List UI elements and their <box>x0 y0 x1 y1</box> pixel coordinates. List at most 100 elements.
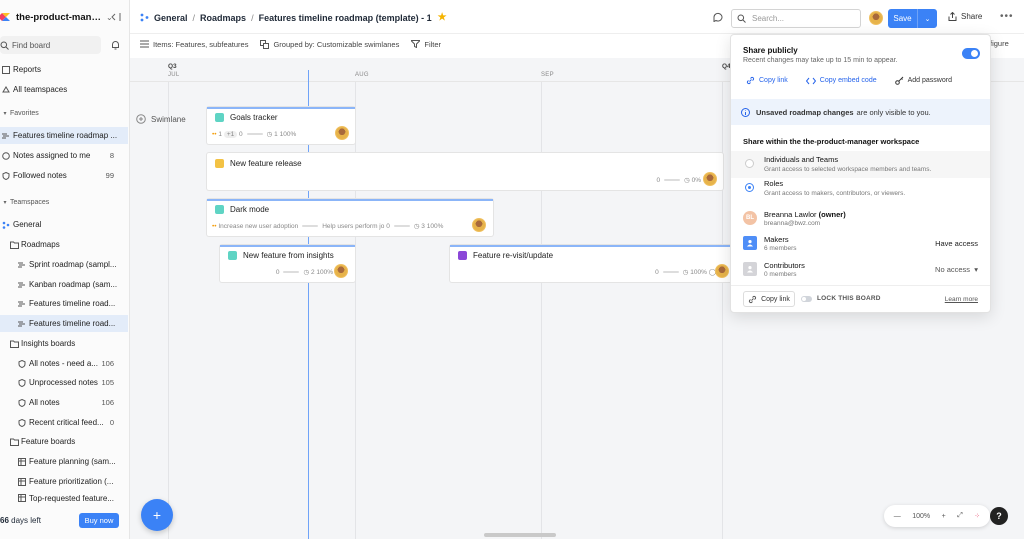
sidebar-item-features-timeline[interactable]: Features timeline road... <box>0 295 128 312</box>
add-item-button[interactable]: + <box>141 499 173 531</box>
option-roles[interactable]: Roles Grant access to makers, contributo… <box>731 175 990 202</box>
avatar[interactable] <box>472 218 486 232</box>
sidebar-item-label: Features timeline roadmap ... <box>13 131 118 140</box>
avatar[interactable] <box>869 11 883 25</box>
favorites-section[interactable]: ▾ Favorites <box>0 110 38 117</box>
save-button[interactable]: Save <box>888 9 918 28</box>
radio-roles[interactable] <box>745 183 754 192</box>
meta-value: 100% <box>316 268 333 276</box>
notice-text: are only visible to you. <box>856 107 931 117</box>
owner-name-text: Breanna Lawlor <box>764 210 817 219</box>
sidebar-item-label: All teamspaces <box>13 85 68 94</box>
roadmap-card[interactable]: Goals tracker •• 1 +1 0 ◷ 1 100% <box>207 107 355 144</box>
roadmap-card[interactable]: Dark mode •• Increase new user adoption … <box>207 199 493 236</box>
month-label: AUG <box>355 72 369 78</box>
learn-more-link[interactable]: Learn more <box>945 296 978 303</box>
month-label: JUL <box>168 72 180 78</box>
breadcrumb: General / Roadmaps / Features timeline r… <box>140 12 447 23</box>
sidebar-item-label: Roadmaps <box>21 240 60 249</box>
save-button-group[interactable]: Save ⌄ <box>888 9 937 28</box>
sidebar-item-feature-board[interactable]: Feature planning (sam... <box>0 453 128 470</box>
teamspaces-section[interactable]: ▾ Teamspaces <box>0 199 49 206</box>
star-icon[interactable]: ★ <box>438 12 447 23</box>
lock-board-toggle[interactable]: LOCK THIS BOARD <box>801 295 881 302</box>
sidebar-item-feature-board[interactable]: Feature prioritization (... <box>0 473 128 490</box>
share-publicly-toggle[interactable] <box>962 48 980 59</box>
roadmap-card[interactable]: New feature from insights 0 ◷ 2 100% <box>220 245 355 282</box>
configure-button[interactable]: figure <box>990 39 1009 48</box>
priority-icon: •• <box>212 222 217 230</box>
roadmap-icon <box>18 321 25 326</box>
sidebar-item-insight-board[interactable]: Recent critical feed... 0 <box>0 414 128 431</box>
sidebar-item-reports[interactable]: Reports <box>0 61 128 78</box>
sidebar-item-favorite-roadmap[interactable]: Features timeline roadmap ... <box>0 127 128 144</box>
find-board-input[interactable]: Find board <box>0 36 101 54</box>
clock-icon: ◷ <box>413 223 420 230</box>
search-input[interactable]: Search... <box>731 9 861 28</box>
sidebar-item-insight-board[interactable]: Unprocessed notes 105 <box>0 374 128 391</box>
avatar[interactable] <box>335 126 349 140</box>
comment-icon[interactable] <box>713 12 723 22</box>
sidebar-item-general[interactable]: General <box>0 216 128 233</box>
avatar[interactable] <box>703 172 717 186</box>
shield-icon <box>18 359 26 368</box>
public-link-actions: Copy link Copy embed code Add password <box>746 76 970 85</box>
roadmap-card[interactable]: Feature re-visit/update 0 ◷ 100% ◯ <box>450 245 740 282</box>
card-title: New feature from insights <box>243 251 334 260</box>
help-button[interactable]: ? <box>990 507 1008 525</box>
buy-now-button[interactable]: Buy now <box>79 513 119 528</box>
add-password-button[interactable]: Add password <box>894 76 952 85</box>
sidebar-item-notes-assigned[interactable]: Notes assigned to me 8 <box>0 147 128 164</box>
grouped-by-button[interactable]: Grouped by: Customizable swimlanes <box>260 39 399 49</box>
more-options-icon[interactable]: ••• <box>1000 11 1014 22</box>
breadcrumb-roadmaps[interactable]: Roadmaps <box>200 13 246 23</box>
status-icon <box>215 205 224 214</box>
sidebar-item-kanban-roadmap[interactable]: Kanban roadmap (sam... <box>0 276 128 293</box>
avatar[interactable] <box>334 264 348 278</box>
notice-bold: Unsaved roadmap changes <box>756 107 854 117</box>
items-filter-button[interactable]: Items: Features, subfeatures <box>140 40 248 49</box>
teamspace-icon <box>2 221 10 229</box>
add-circle-icon <box>136 114 146 124</box>
chevron-down-icon[interactable]: ⌄ <box>918 9 937 28</box>
fit-screen-icon[interactable]: ⤢ <box>957 512 963 520</box>
collapse-sidebar-icon[interactable] <box>111 12 121 22</box>
radio-individuals[interactable] <box>745 159 754 168</box>
page-title[interactable]: Features timeline roadmap (template) - 1 <box>259 13 432 23</box>
sidebar-folder-feature-boards[interactable]: Feature boards <box>0 433 128 450</box>
top-bar: General / Roadmaps / Features timeline r… <box>130 0 1024 34</box>
access-value: No access <box>935 265 971 274</box>
sidebar-item-label: Sprint roadmap (sampl... <box>29 260 117 269</box>
swimlane-header[interactable]: Swimlane <box>136 114 186 124</box>
horizontal-scrollbar[interactable] <box>484 533 556 537</box>
sidebar-item-sprint-roadmap[interactable]: Sprint roadmap (sampl... <box>0 256 128 273</box>
sidebar-item-insight-board[interactable]: All notes - need a... 106 <box>0 355 128 372</box>
option-individuals-teams[interactable]: Individuals and Teams Grant access to se… <box>731 151 990 178</box>
sidebar-folder-insights[interactable]: Insights boards <box>0 335 128 352</box>
option-title: Roles <box>764 179 784 188</box>
avatar[interactable] <box>715 264 729 278</box>
breadcrumb-general[interactable]: General <box>154 13 188 23</box>
apps-icon[interactable]: ⁘ <box>974 512 980 520</box>
makers-row: Makers 6 members Have access <box>731 231 990 255</box>
copy-embed-button[interactable]: Copy embed code <box>805 77 877 85</box>
sidebar-item-features-timeline-active[interactable]: Features timeline road... <box>0 315 128 332</box>
roadmap-card[interactable]: New feature release 0 ◷ 0% <box>207 153 723 190</box>
workspace-share-heading: Share within the the-product-manager wor… <box>743 137 920 146</box>
sidebar-folder-roadmaps[interactable]: Roadmaps <box>0 236 128 253</box>
sidebar-item-feature-board[interactable]: Top-requested feature... <box>0 492 128 504</box>
filter-button[interactable]: Filter <box>411 40 441 49</box>
bell-icon[interactable] <box>111 40 120 50</box>
productboard-logo-icon <box>0 13 10 21</box>
contributors-access-select[interactable]: No access ▾ <box>935 265 978 274</box>
sidebar-item-insight-board[interactable]: All notes 106 <box>0 394 128 411</box>
grid-line <box>168 82 169 539</box>
share-button[interactable]: Share <box>948 12 982 21</box>
zoom-out-button[interactable]: — <box>894 513 901 520</box>
footer-copy-link-button[interactable]: Copy link <box>743 291 795 307</box>
sidebar-item-all-teamspaces[interactable]: All teamspaces <box>0 81 128 98</box>
sidebar-item-followed-notes[interactable]: Followed notes 99 <box>0 167 128 184</box>
copy-link-button[interactable]: Copy link <box>746 76 788 85</box>
zoom-in-button[interactable]: + <box>942 513 946 520</box>
timeframe-bar <box>207 199 493 201</box>
